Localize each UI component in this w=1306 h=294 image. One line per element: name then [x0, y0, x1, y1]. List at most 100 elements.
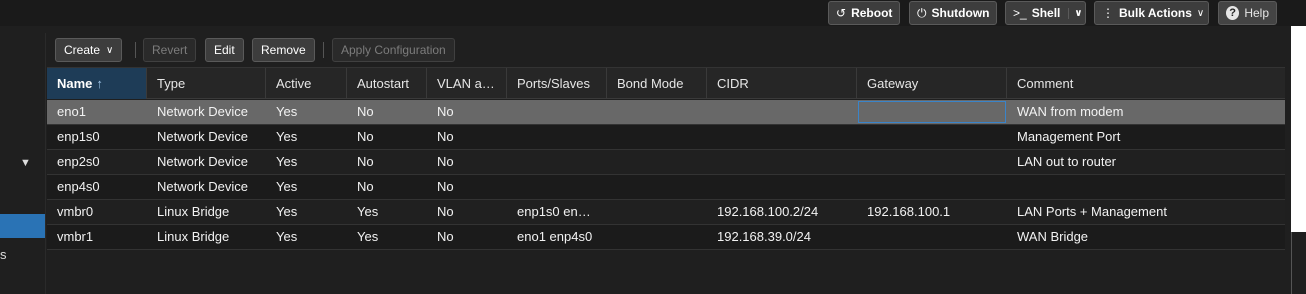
revert-button[interactable]: Revert — [143, 38, 197, 62]
cell-cidr — [707, 150, 857, 174]
cell-name: enp4s0 — [57, 179, 100, 194]
cell-active: Yes — [276, 204, 298, 219]
cell-bond-mode — [607, 175, 707, 199]
chevron-down-icon: ∨ — [106, 44, 114, 56]
column-header-cidr[interactable]: CIDR — [707, 68, 857, 99]
apply-configuration-button[interactable]: Apply Configuration — [332, 38, 455, 62]
cell-autostart: No — [357, 179, 374, 194]
create-button[interactable]: Create ∨ — [55, 38, 123, 62]
power-icon: ⏻ — [917, 5, 927, 20]
table-row[interactable]: enp4s0 Network Device Yes No No — [47, 175, 1285, 200]
create-label: Create — [64, 43, 101, 57]
question-icon: ? — [1226, 6, 1240, 20]
column-header-type[interactable]: Type — [147, 68, 266, 99]
cell-ports — [507, 175, 607, 199]
cell-name: vmbr1 — [57, 229, 94, 244]
column-header-name[interactable]: Name ↑ — [47, 68, 147, 99]
cell-ports — [507, 125, 607, 149]
table-row[interactable]: vmbr1 Linux Bridge Yes Yes No eno1 enp4s… — [47, 225, 1285, 250]
cell-comment: WAN Bridge — [1017, 229, 1089, 244]
cell-type: Linux Bridge — [157, 204, 230, 219]
cell-vlan: No — [437, 154, 454, 169]
cell-cidr — [707, 175, 857, 199]
cell-comment: LAN Ports + Management — [1017, 204, 1167, 219]
shutdown-label: Shutdown — [931, 6, 990, 20]
cell-gateway: 192.168.100.1 — [867, 204, 951, 219]
cell-active: Yes — [276, 179, 298, 194]
cell-type: Network Device — [157, 154, 249, 169]
help-label: Help — [1244, 6, 1269, 20]
cell-autostart: No — [357, 154, 374, 169]
cell-vlan: No — [437, 179, 454, 194]
bulk-actions-button[interactable]: ⋮ Bulk Actions ∨ — [1094, 1, 1209, 25]
cell-autostart: No — [357, 104, 374, 119]
column-header-ports[interactable]: Ports/Slaves — [507, 68, 607, 99]
column-header-active[interactable]: Active — [266, 68, 347, 99]
cell-autostart: No — [357, 129, 374, 144]
undo-icon: ↺ — [836, 6, 847, 20]
cell-type: Linux Bridge — [157, 229, 230, 244]
column-header-vlan[interactable]: VLAN a… — [427, 68, 507, 99]
column-header-comment[interactable]: Comment — [1007, 68, 1285, 99]
table-row[interactable]: eno1 Network Device Yes No No WAN from m… — [47, 100, 1285, 125]
cell-comment — [1007, 175, 1285, 199]
bulk-actions-label: Bulk Actions — [1119, 6, 1192, 20]
cell-bond-mode — [607, 150, 707, 174]
edit-label: Edit — [214, 43, 235, 57]
cell-focus-indicator — [858, 101, 1006, 123]
cell-name: enp1s0 — [57, 129, 100, 144]
edit-button[interactable]: Edit — [205, 38, 244, 62]
cell-ports: eno1 enp4s0 — [517, 229, 593, 244]
cell-ports — [507, 150, 607, 174]
cell-type: Network Device — [157, 179, 249, 194]
nav-selected-item[interactable] — [0, 214, 45, 238]
cell-bond-mode — [607, 125, 707, 149]
right-panel-edge — [1291, 26, 1306, 294]
cell-active: Yes — [276, 154, 298, 169]
shutdown-button[interactable]: ⏻ Shutdown — [909, 1, 998, 25]
cell-comment: Management Port — [1017, 129, 1121, 144]
table-row[interactable]: enp2s0 Network Device Yes No No LAN out … — [47, 150, 1285, 175]
cell-gateway — [857, 150, 1007, 174]
network-grid: Name ↑ Type Active Autostart VLAN a… Port… — [47, 67, 1285, 294]
cell-type: Network Device — [157, 129, 249, 144]
nav-item-label: s — [0, 247, 7, 262]
grid-header: Name ↑ Type Active Autostart VLAN a… Port… — [47, 68, 1285, 99]
column-header-gateway[interactable]: Gateway — [857, 68, 1007, 99]
table-row[interactable]: enp1s0 Network Device Yes No No Manageme… — [47, 125, 1285, 150]
cell-vlan: No — [437, 204, 454, 219]
help-button[interactable]: ? Help — [1218, 1, 1277, 25]
cell-cidr — [707, 100, 857, 124]
top-header: ↺ Reboot ⏻ Shutdown >_ Shell ∨ ⋮ Bulk Ac… — [0, 0, 1306, 26]
chevron-down-icon: ∨ — [1196, 7, 1205, 19]
column-header-label: Name — [57, 76, 93, 91]
cell-gateway — [857, 225, 1007, 249]
cell-cidr: 192.168.100.2/24 — [717, 204, 819, 219]
network-toolbar: Create ∨ Revert Edit Remove Apply Config… — [47, 34, 1285, 67]
sort-ascending-icon: ↑ — [96, 76, 103, 91]
toolbar-divider — [323, 42, 324, 58]
table-row[interactable]: vmbr0 Linux Bridge Yes Yes No enp1s0 en…… — [47, 200, 1285, 225]
shell-label: Shell — [1031, 6, 1061, 20]
cell-active: Yes — [276, 229, 298, 244]
cell-autostart: Yes — [357, 229, 379, 244]
cell-name: vmbr0 — [57, 204, 94, 219]
caret-down-icon[interactable]: ▼ — [20, 157, 31, 169]
column-header-autostart[interactable]: Autostart — [347, 68, 427, 99]
shell-button[interactable]: >_ Shell ∨ — [1005, 1, 1086, 25]
cell-type: Network Device — [157, 104, 249, 119]
right-scrollbar[interactable] — [1291, 232, 1306, 294]
cell-autostart: Yes — [357, 204, 379, 219]
cell-comment: LAN out to router — [1017, 154, 1116, 169]
reboot-button[interactable]: ↺ Reboot — [828, 1, 901, 25]
cell-cidr — [707, 125, 857, 149]
column-header-bond-mode[interactable]: Bond Mode — [607, 68, 707, 99]
cell-vlan: No — [437, 229, 454, 244]
cell-ports: enp1s0 en… — [517, 204, 591, 219]
chevron-down-icon[interactable]: ∨ — [1068, 7, 1083, 19]
remove-button[interactable]: Remove — [252, 38, 315, 62]
reboot-label: Reboot — [851, 6, 893, 20]
cell-bond-mode — [607, 225, 707, 249]
remove-label: Remove — [261, 43, 306, 57]
cell-vlan: No — [437, 104, 454, 119]
